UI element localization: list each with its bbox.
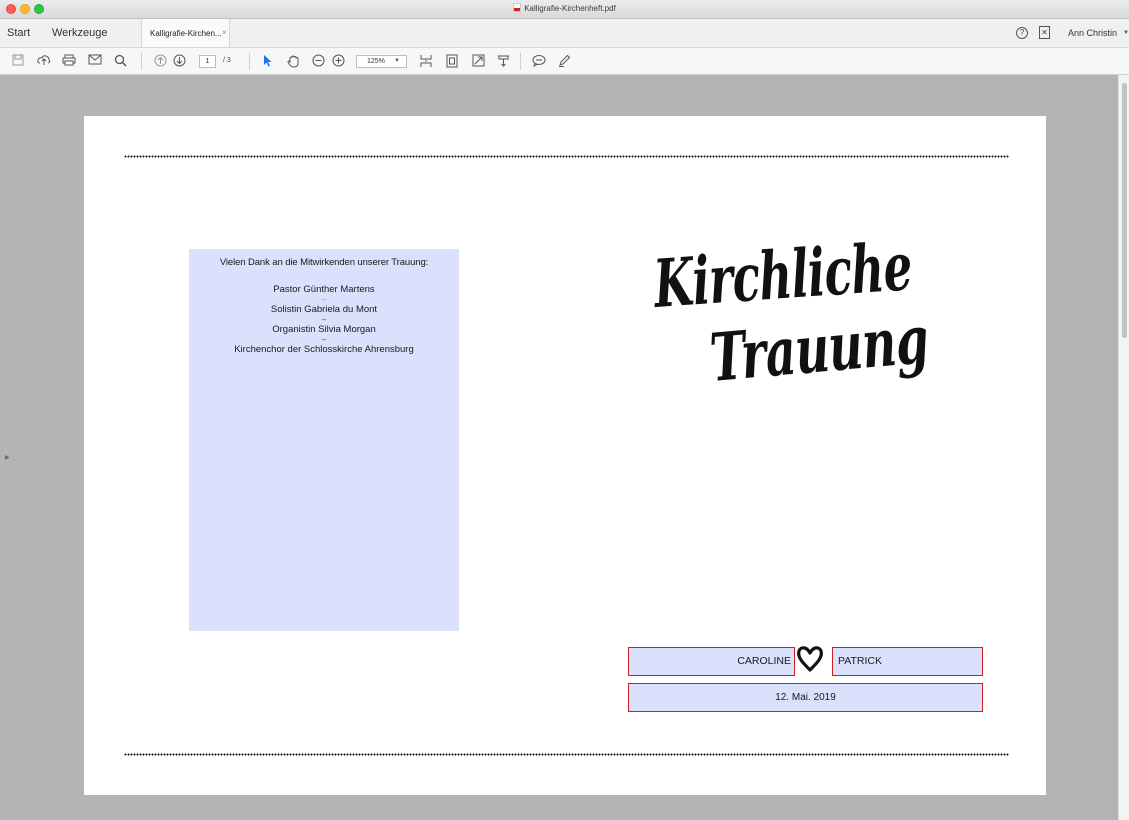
page-total: / 3 [223,57,231,64]
window-title-bar: Kalligrafie-Kirchenheft.pdf [0,0,1129,19]
thanks-text-box: Vielen Dank an die Mitwirkenden unserer … [189,249,459,631]
tab-bar: Start Werkzeuge Kalligrafie-Kirchen... ×… [0,19,1129,48]
full-screen-icon[interactable] [470,54,486,69]
toolbar-separator [520,53,521,70]
fit-page-icon[interactable] [418,54,434,69]
comment-icon[interactable] [531,54,547,69]
vertical-scrollbar[interactable] [1118,75,1129,820]
hand-tool-icon[interactable] [285,54,301,69]
scrollbar-thumb[interactable] [1122,83,1127,338]
toolbar: 1 / 3 125% ▼ [0,48,1129,75]
tab-start[interactable]: Start [7,27,30,39]
reading-mode-icon[interactable] [495,54,511,69]
upload-cloud-icon[interactable] [36,54,52,69]
credit-separator: – [321,315,327,324]
help-icon[interactable]: ? [1016,27,1028,39]
name-field-groom[interactable]: PATRICK [832,647,983,676]
dotted-divider-bottom [124,753,1009,756]
select-pointer-icon[interactable] [261,54,275,69]
zoom-caret-icon: ▼ [394,58,400,64]
heart-icon [797,646,823,672]
search-icon[interactable] [112,54,128,69]
calligraphy-title: Kirchliche Trauung [644,220,944,410]
next-page-icon[interactable] [171,54,187,69]
wedding-date-field[interactable]: 12. Mai. 2019 [628,683,983,712]
expand-left-panel-icon[interactable]: ▶ [5,454,10,461]
dotted-divider-top [124,155,1009,158]
credit-choir: Kirchenchor der Schlosskirche Ahrensburg [234,344,414,355]
toolbar-separator [141,53,142,70]
toolbar-separator [249,53,250,70]
previous-page-icon[interactable] [152,54,168,69]
document-tab-label: Kalligrafie-Kirchen... [150,29,222,38]
user-menu-caret-icon[interactable]: ▼ [1123,30,1129,36]
pdf-page: Vielen Dank an die Mitwirkenden unserer … [84,116,1046,795]
zoom-out-icon[interactable] [310,54,326,69]
credit-separator: – [321,335,327,344]
mobile-link-icon[interactable]: ✕ [1039,26,1050,39]
email-icon[interactable] [87,54,103,69]
window-title: Kalligrafie-Kirchenheft.pdf [0,3,1129,13]
user-account-name[interactable]: Ann Christin [1068,28,1117,38]
pdf-file-icon [513,3,522,12]
tab-tools[interactable]: Werkzeuge [52,27,107,39]
thanks-heading: Vielen Dank an die Mitwirkenden unserer … [219,257,429,268]
tab-close-icon[interactable]: × [222,28,227,37]
document-tab[interactable]: Kalligrafie-Kirchen... × [141,19,230,47]
name-field-bride[interactable]: CAROLINE [628,647,795,676]
credit-separator: – [321,295,327,304]
zoom-in-icon[interactable] [330,54,346,69]
page-number-input[interactable]: 1 [199,55,216,68]
print-icon[interactable] [61,54,77,69]
zoom-select[interactable]: 125% ▼ [356,55,407,68]
save-icon[interactable] [10,54,26,69]
calligraphy-title-graphic: Kirchliche Trauung [650,227,931,397]
highlight-pen-icon[interactable] [556,54,572,69]
zoom-value: 125% [367,58,385,65]
window-title-text: Kalligrafie-Kirchenheft.pdf [524,4,616,13]
fit-width-icon[interactable] [444,54,460,69]
